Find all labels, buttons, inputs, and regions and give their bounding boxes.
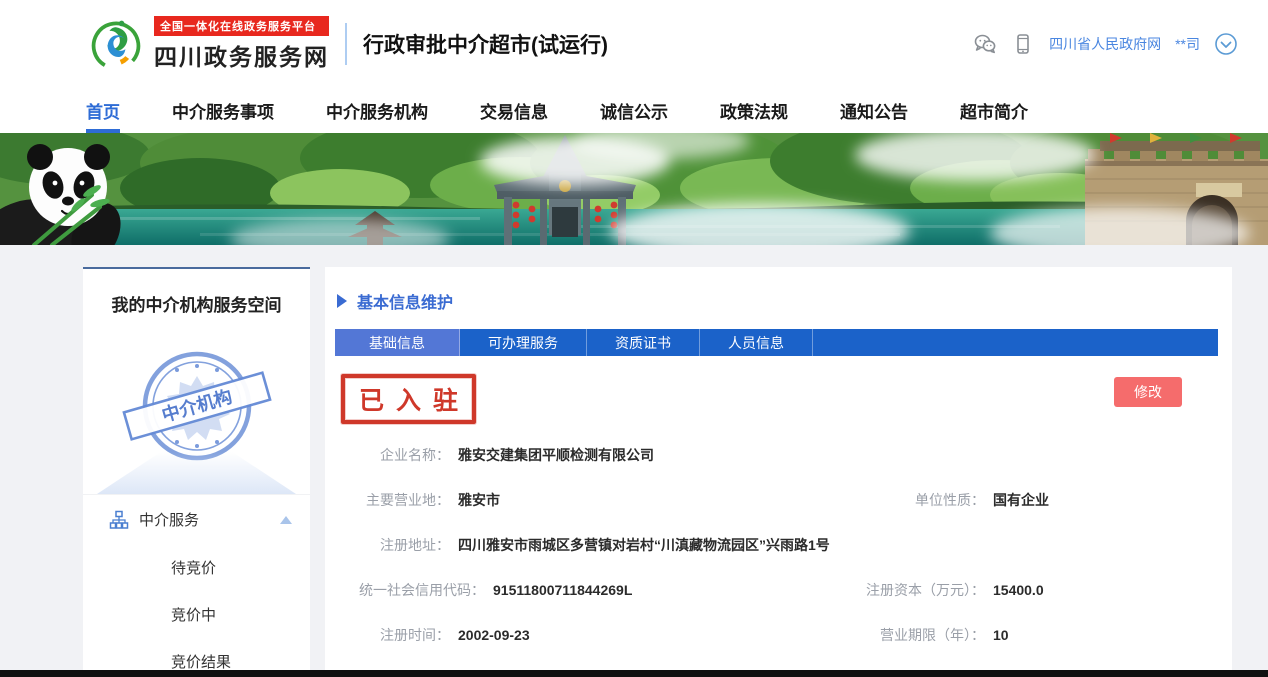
info-fields: 企业名称： 雅安交建集团平顺检测有限公司 主要营业地： 雅安市 单位性质： 国有… [335, 432, 1218, 657]
gov-portal-link[interactable]: 四川省人民政府网 [1049, 34, 1161, 54]
tabbar: 基础信息 可办理服务 资质证书 人员信息 [335, 329, 1218, 356]
header: 全国一体化在线政务服务平台 四川政务服务网 行政审批中介超市(试运行) 四川省人… [0, 0, 1268, 88]
row-business-area: 主要营业地： 雅安市 单位性质： 国有企业 [335, 477, 1218, 522]
nav-item-service-items[interactable]: 中介服务事项 [172, 88, 274, 133]
header-divider [345, 23, 347, 65]
nav-item-transactions[interactable]: 交易信息 [480, 88, 548, 133]
mobile-phone-icon[interactable] [1011, 32, 1035, 56]
wechat-icon[interactable] [973, 32, 997, 56]
nav-item-service-orgs[interactable]: 中介服务机构 [326, 88, 428, 133]
submenu-pending-bid[interactable]: 待竞价 [83, 544, 310, 591]
registered-status-stamp: 已入驻 [341, 374, 476, 424]
menu-label: 中介服务 [139, 509, 280, 530]
header-right: 四川省人民政府网 **司 [973, 32, 1238, 56]
row-registered-address: 注册地址： 四川雅安市雨城区多营镇对岩村“川滇藏物流园区”兴雨路1号 [335, 522, 1218, 567]
agency-seal: 中介机构 [83, 322, 310, 494]
business-area-label: 主要营业地： [335, 490, 450, 510]
user-name[interactable]: **司 [1175, 34, 1200, 54]
registered-capital-value: 15400.0 [993, 582, 1044, 598]
sidebar-submenu: 待竞价 竞价中 竞价结果 合同签订 服务成果 [83, 544, 310, 677]
triangle-right-icon [337, 294, 347, 308]
tab-basic-info[interactable]: 基础信息 [335, 329, 460, 356]
sidebar: 我的中介机构服务空间 中介机构 [83, 267, 310, 677]
triangle-up-icon[interactable] [280, 516, 292, 524]
company-name-label: 企业名称： [335, 445, 450, 465]
banner-image [0, 133, 1268, 245]
credit-code-label: 统一社会信用代码： [335, 580, 485, 600]
registered-capital-label: 注册资本（万元）： [835, 580, 985, 600]
page-title: 行政审批中介超市(试运行) [363, 29, 608, 59]
row-company-name: 企业名称： 雅安交建集团平顺检测有限公司 [335, 432, 1218, 477]
registered-address-value: 四川雅安市雨城区多营镇对岩村“川滇藏物流园区”兴雨路1号 [458, 535, 830, 555]
unit-nature-value: 国有企业 [993, 490, 1049, 510]
nav-item-home[interactable]: 首页 [86, 88, 120, 133]
tab-personnel-info[interactable]: 人员信息 [700, 329, 813, 356]
tab-qualification-certs[interactable]: 资质证书 [587, 329, 700, 356]
tab-available-services[interactable]: 可办理服务 [460, 329, 587, 356]
chevron-down-circle-icon[interactable] [1214, 32, 1238, 56]
section-title-row: 基本信息维护 [337, 289, 1218, 313]
sichuan-gov-logo [88, 16, 144, 72]
content: 我的中介机构服务空间 中介机构 [83, 267, 1232, 677]
submenu-bidding[interactable]: 竞价中 [83, 591, 310, 638]
credit-code-value: 91511800711844269L [493, 582, 632, 598]
modify-button[interactable]: 修改 [1114, 377, 1182, 407]
brand: 全国一体化在线政务服务平台 四川政务服务网 行政审批中介超市(试运行) [88, 16, 608, 72]
main-nav: 首页 中介服务事项 中介服务机构 交易信息 诚信公示 政策法规 通知公告 超市简… [0, 88, 1268, 133]
nav-item-integrity[interactable]: 诚信公示 [600, 88, 668, 133]
site-name: 四川政务服务网 [154, 38, 329, 72]
sidebar-menu-intermediary-service[interactable]: 中介服务 [83, 494, 310, 544]
registration-date-label: 注册时间： [335, 625, 450, 645]
nav-item-about[interactable]: 超市简介 [960, 88, 1028, 133]
platform-badge: 全国一体化在线政务服务平台 [154, 16, 329, 36]
main-panel: 基本信息维护 基础信息 可办理服务 资质证书 人员信息 已入驻 修改 企业名称：… [325, 267, 1232, 677]
nav-item-notices[interactable]: 通知公告 [840, 88, 908, 133]
business-term-label: 营业期限（年）： [835, 625, 985, 645]
business-term-value: 10 [993, 627, 1009, 643]
sidebar-title: 我的中介机构服务空间 [83, 269, 310, 322]
company-name-value: 雅安交建集团平顺检测有限公司 [458, 445, 654, 465]
registered-address-label: 注册地址： [335, 535, 450, 555]
org-chart-icon [109, 510, 129, 530]
section-title: 基本信息维护 [357, 289, 453, 313]
bottom-bar [0, 670, 1268, 677]
row-credit-code: 统一社会信用代码： 91511800711844269L 注册资本（万元）： 1… [335, 567, 1218, 612]
row-registration-date: 注册时间： 2002-09-23 营业期限（年）： 10 [335, 612, 1218, 657]
business-area-value: 雅安市 [458, 490, 500, 510]
nav-item-policies[interactable]: 政策法规 [720, 88, 788, 133]
unit-nature-label: 单位性质： [835, 490, 985, 510]
registration-date-value: 2002-09-23 [458, 627, 530, 643]
